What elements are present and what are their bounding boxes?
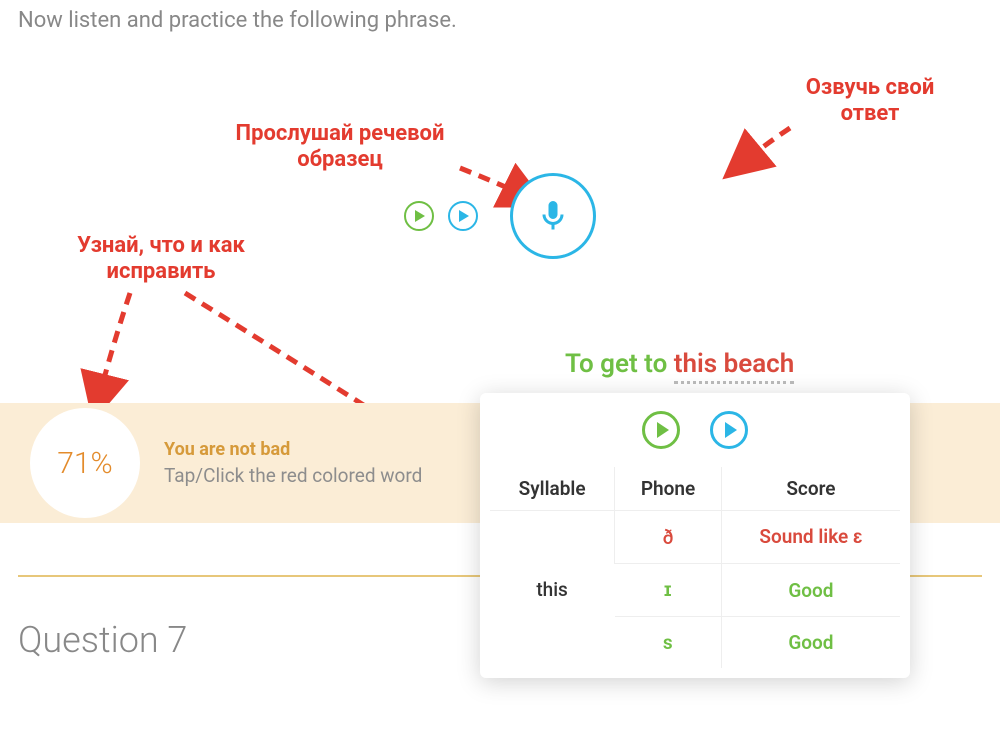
- col-syllable: Syllable: [490, 467, 615, 511]
- col-score: Score: [721, 467, 900, 511]
- score-badge: 71%: [30, 408, 140, 518]
- annotation-record: Озвучь свой ответ: [775, 75, 965, 128]
- phrase-good-part: To get to: [565, 349, 674, 379]
- feedback-title: You are not bad: [164, 439, 422, 460]
- phrase-error-part[interactable]: this beach: [674, 349, 794, 384]
- score-cell: Good: [721, 617, 900, 669]
- phone-cell: s: [615, 617, 722, 669]
- phone-cell: ɪ: [615, 564, 722, 617]
- syllable-cell: this: [490, 511, 615, 669]
- play-icon: [459, 210, 469, 222]
- audio-controls: [0, 173, 1000, 259]
- popup-play-sample-button[interactable]: [642, 411, 680, 449]
- play-icon: [415, 210, 425, 222]
- pronunciation-table: Syllable Phone Score this ð Sound like ɛ…: [490, 467, 900, 668]
- feedback-subtitle: Tap/Click the red colored word: [164, 464, 422, 487]
- feedback-text: You are not bad Tap/Click the red colore…: [164, 439, 422, 487]
- score-cell: Sound like ɛ: [721, 511, 900, 564]
- instruction-text: Now listen and practice the following ph…: [0, 0, 1000, 53]
- practice-phrase: To get to this beach: [565, 349, 794, 379]
- question-heading: Question 7: [18, 619, 187, 661]
- main-area: Прослушай речевой образец Озвучь свой от…: [0, 53, 1000, 673]
- record-button[interactable]: [510, 173, 596, 259]
- play-icon: [657, 422, 669, 438]
- col-phone: Phone: [615, 467, 722, 511]
- play-sample-button[interactable]: [404, 201, 434, 231]
- score-cell: Good: [721, 564, 900, 617]
- microphone-icon: [535, 198, 571, 234]
- play-icon: [725, 422, 737, 438]
- annotation-listen: Прослушай речевой образец: [210, 121, 470, 174]
- popup-audio-controls: [490, 411, 900, 449]
- table-row: this ð Sound like ɛ: [490, 511, 900, 564]
- phone-cell: ð: [615, 511, 722, 564]
- popup-play-user-button[interactable]: [710, 411, 748, 449]
- play-user-button[interactable]: [448, 201, 478, 231]
- pronunciation-popup: Syllable Phone Score this ð Sound like ɛ…: [480, 393, 910, 678]
